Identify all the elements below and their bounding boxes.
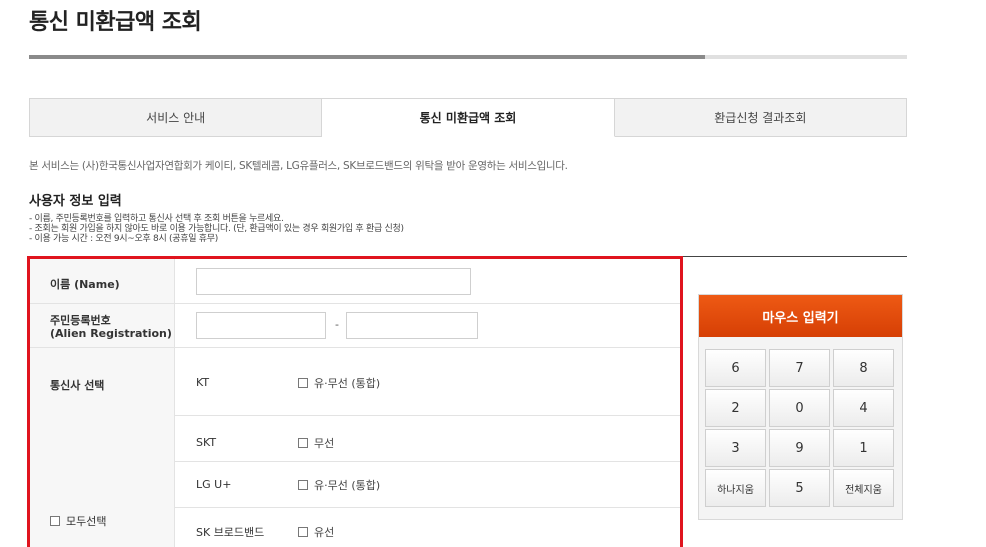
instruction-line: - 이용 가능 시간 : 오전 9시~오후 8시 (공휴일 휴무)	[29, 234, 218, 244]
registration-label-sub: (Alien Registration)	[50, 327, 172, 340]
carrier-option[interactable]: 유·무선 (통합)	[298, 375, 380, 391]
title-underline-fill	[29, 55, 706, 59]
carrier-checkbox[interactable]	[298, 378, 308, 388]
registration-separator: -	[335, 318, 339, 331]
keypad-backspace-button[interactable]: 하나지움	[705, 469, 766, 507]
registration-second-input[interactable]	[346, 312, 478, 339]
keypad-key-2[interactable]: 2	[705, 389, 766, 427]
carrier-option-label: 유선	[314, 526, 335, 539]
carrier-selection: 통신사 선택 모두선택 KT 유·무선 (통합) SKT 무선 LG U+ 유·…	[30, 348, 680, 547]
mouse-keypad: 마우스 입력기 6 7 8 2 0 4 3 9 1 하나지움 5 전체지움	[698, 294, 903, 520]
carrier-name: SKT	[196, 436, 217, 449]
title-underline-bar	[29, 55, 907, 59]
carrier-name: LG U+	[196, 478, 232, 491]
keypad-key-3[interactable]: 3	[705, 429, 766, 467]
keypad-keys: 6 7 8 2 0 4 3 9 1 하나지움 5 전체지움	[705, 349, 894, 507]
select-all-option[interactable]: 모두선택	[50, 513, 106, 529]
carrier-option[interactable]: 유선	[298, 524, 334, 540]
keypad-key-0[interactable]: 0	[769, 389, 830, 427]
keypad-key-7[interactable]: 7	[769, 349, 830, 387]
registration-label-main: 주민등록번호	[50, 314, 111, 327]
name-label: 이름 (Name)	[30, 259, 175, 303]
carrier-name: SK 브로드밴드	[196, 526, 265, 539]
user-info-form: 이름 (Name) 주민등록번호 (Alien Registration) - …	[27, 256, 683, 547]
name-input[interactable]	[196, 268, 471, 295]
name-row: 이름 (Name)	[30, 259, 680, 304]
tab-service-info[interactable]: 서비스 안내	[29, 98, 323, 137]
carrier-option-label: 유·무선 (통합)	[314, 479, 381, 492]
tab-bar: 서비스 안내 통신 미환급액 조회 환급신청 결과조회	[29, 98, 907, 137]
carrier-row-skb: SK 브로드밴드 유선	[175, 508, 680, 547]
instruction-line: - 조회는 회원 가입을 하지 않아도 바로 이용 가능합니다. (단, 환급액…	[29, 224, 404, 234]
carrier-option[interactable]: 무선	[298, 435, 334, 451]
registration-row: 주민등록번호 (Alien Registration) -	[30, 304, 680, 348]
instructions: - 이름, 주민등록번호를 입력하고 통신사 선택 후 조회 버튼을 누르세요.…	[29, 214, 404, 244]
keypad-key-5[interactable]: 5	[769, 469, 830, 507]
carrier-checkbox[interactable]	[298, 527, 308, 537]
carrier-row-kt: KT 유·무선 (통합)	[175, 348, 680, 416]
carrier-label-column: 통신사 선택 모두선택	[30, 348, 175, 547]
service-notice: 본 서비스는 (사)한국통신사업자연합회가 케이티, SK텔레콤, LG유플러스…	[29, 160, 568, 172]
select-all-label: 모두선택	[66, 515, 107, 528]
carrier-option-label: 유·무선 (통합)	[314, 377, 381, 390]
carrier-checkbox[interactable]	[298, 438, 308, 448]
carrier-checkbox[interactable]	[298, 480, 308, 490]
carrier-label: 통신사 선택	[50, 379, 105, 392]
page-title: 통신 미환급액 조회	[29, 10, 202, 35]
tab-unrefunded-lookup[interactable]: 통신 미환급액 조회	[322, 98, 615, 137]
keypad-key-8[interactable]: 8	[833, 349, 894, 387]
carrier-name: KT	[196, 376, 210, 389]
carrier-option[interactable]: 유·무선 (통합)	[298, 477, 380, 493]
keypad-key-4[interactable]: 4	[833, 389, 894, 427]
tab-refund-result[interactable]: 환급신청 결과조회	[614, 98, 907, 137]
keypad-key-9[interactable]: 9	[769, 429, 830, 467]
carrier-row-lgu: LG U+ 유·무선 (통합)	[175, 462, 680, 508]
registration-first-input[interactable]	[196, 312, 326, 339]
keypad-title: 마우스 입력기	[699, 295, 902, 337]
carrier-option-label: 무선	[314, 437, 335, 450]
section-divider	[683, 256, 907, 257]
keypad-clear-all-button[interactable]: 전체지움	[833, 469, 894, 507]
instruction-line: - 이름, 주민등록번호를 입력하고 통신사 선택 후 조회 버튼을 누르세요.	[29, 214, 284, 224]
select-all-checkbox[interactable]	[50, 516, 60, 526]
keypad-key-6[interactable]: 6	[705, 349, 766, 387]
keypad-key-1[interactable]: 1	[833, 429, 894, 467]
carrier-row-skt: SKT 무선	[175, 416, 680, 462]
registration-label: 주민등록번호 (Alien Registration)	[30, 304, 175, 347]
section-title-user-info: 사용자 정보 입력	[29, 194, 122, 209]
